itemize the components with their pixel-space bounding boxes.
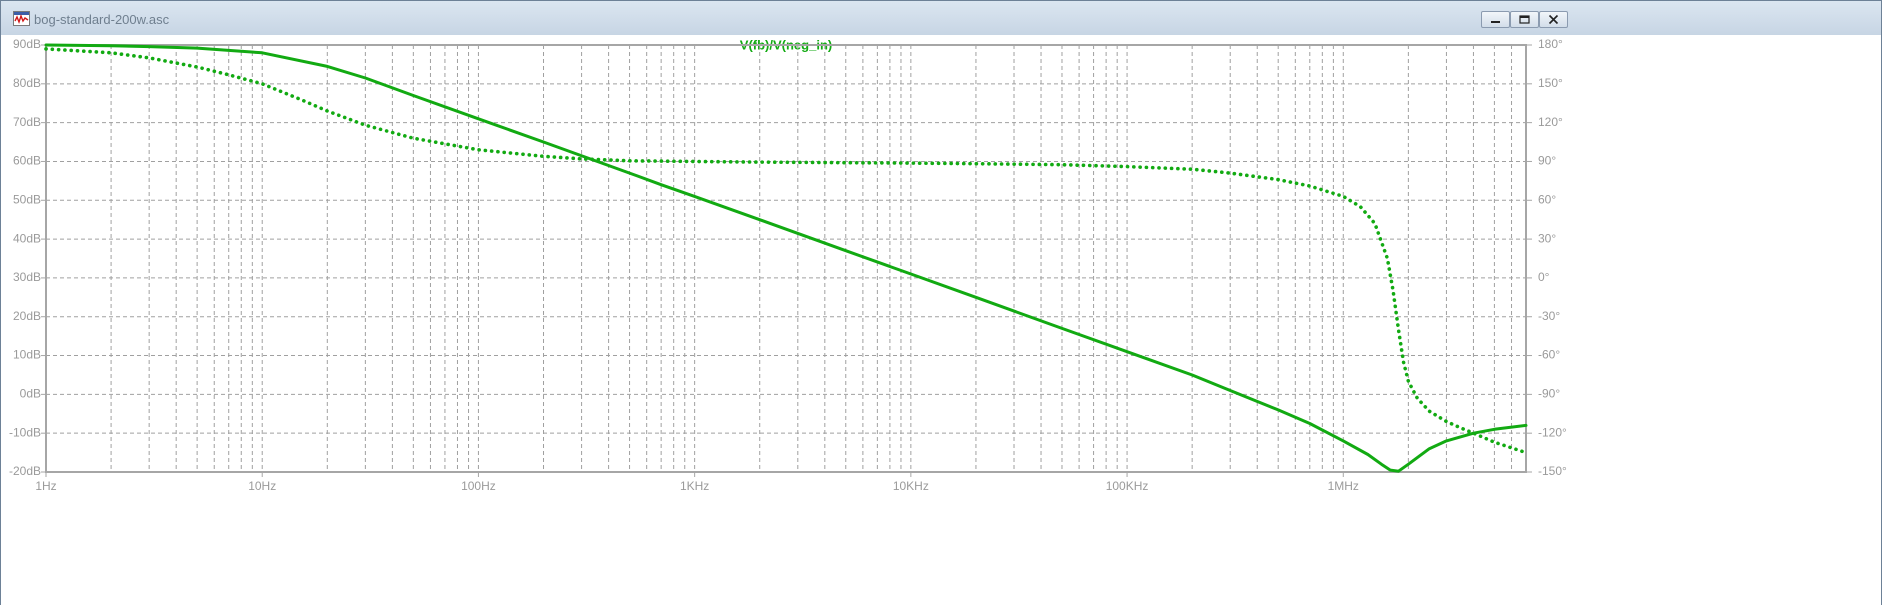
y-right-tick-label: -120° xyxy=(1538,425,1567,439)
y-right-tick-label: 60° xyxy=(1538,192,1556,206)
y-left-tick-label: 50dB xyxy=(13,192,41,206)
minimize-button[interactable] xyxy=(1481,11,1510,28)
trace-group[interactable] xyxy=(44,43,1528,473)
waveform-app-icon xyxy=(13,11,30,26)
y-left-tick-label: 0dB xyxy=(20,387,41,401)
y-left-tick-label: 60dB xyxy=(13,154,41,168)
phase-trace[interactable] xyxy=(44,47,1528,455)
x-tick-label: 100KHz xyxy=(1106,479,1149,493)
y-right-tick-label: -90° xyxy=(1538,387,1560,401)
y-right-tick-label: 90° xyxy=(1538,154,1556,168)
y-right-tick-label: -30° xyxy=(1538,309,1560,323)
x-tick-label: 1KHz xyxy=(680,479,709,493)
y-right-tick-label: 180° xyxy=(1538,37,1563,51)
y-right-tick-label: -60° xyxy=(1538,348,1560,362)
x-tick-label: 1MHz xyxy=(1328,479,1359,493)
window-title: bog-standard-200w.asc xyxy=(34,12,170,27)
x-tick-label: 100Hz xyxy=(461,479,496,493)
plot-frame xyxy=(45,44,1527,473)
restore-button[interactable] xyxy=(1510,11,1539,28)
x-tick-label: 10Hz xyxy=(248,479,276,493)
close-button[interactable] xyxy=(1539,11,1568,28)
x-tick-label: 10KHz xyxy=(893,479,929,493)
y-left-tick-label: 20dB xyxy=(13,309,41,323)
y-left-tick-label: -10dB xyxy=(9,425,41,439)
y-left-tick-label: 30dB xyxy=(13,270,41,284)
y-left-tick-label: 70dB xyxy=(13,115,41,129)
y-right-tick-label: 120° xyxy=(1538,115,1563,129)
y-right-tick-label: 30° xyxy=(1538,231,1556,245)
title-bar[interactable]: bog-standard-200w.asc xyxy=(1,1,1881,35)
magnitude-trace[interactable] xyxy=(44,43,1528,473)
y-left-tick-label: -20dB xyxy=(9,464,41,478)
y-right-tick-label: 0° xyxy=(1538,270,1550,284)
y-right-tick-label: -150° xyxy=(1538,464,1567,478)
y-left-tick-label: 10dB xyxy=(13,348,41,362)
y-left-tick-label: 80dB xyxy=(13,76,41,90)
app-window: bog-standard-200w.asc V(fb)/V(neg_in) 90… xyxy=(0,0,1882,605)
y-left-tick-label: 90dB xyxy=(13,37,41,51)
bode-plot-pane[interactable]: V(fb)/V(neg_in) 90dB 80dB 70dB 60dB 50dB 40dB… xyxy=(1,35,1881,605)
bode-plot[interactable]: V(fb)/V(neg_in) 90dB80dB70dB60dB50dB40dB… xyxy=(1,35,1881,605)
y-left-tick-label: 40dB xyxy=(13,231,41,245)
plot-grid xyxy=(46,45,1527,472)
y-right-tick-label: 150° xyxy=(1538,76,1563,90)
x-tick-label: 1Hz xyxy=(35,479,56,493)
